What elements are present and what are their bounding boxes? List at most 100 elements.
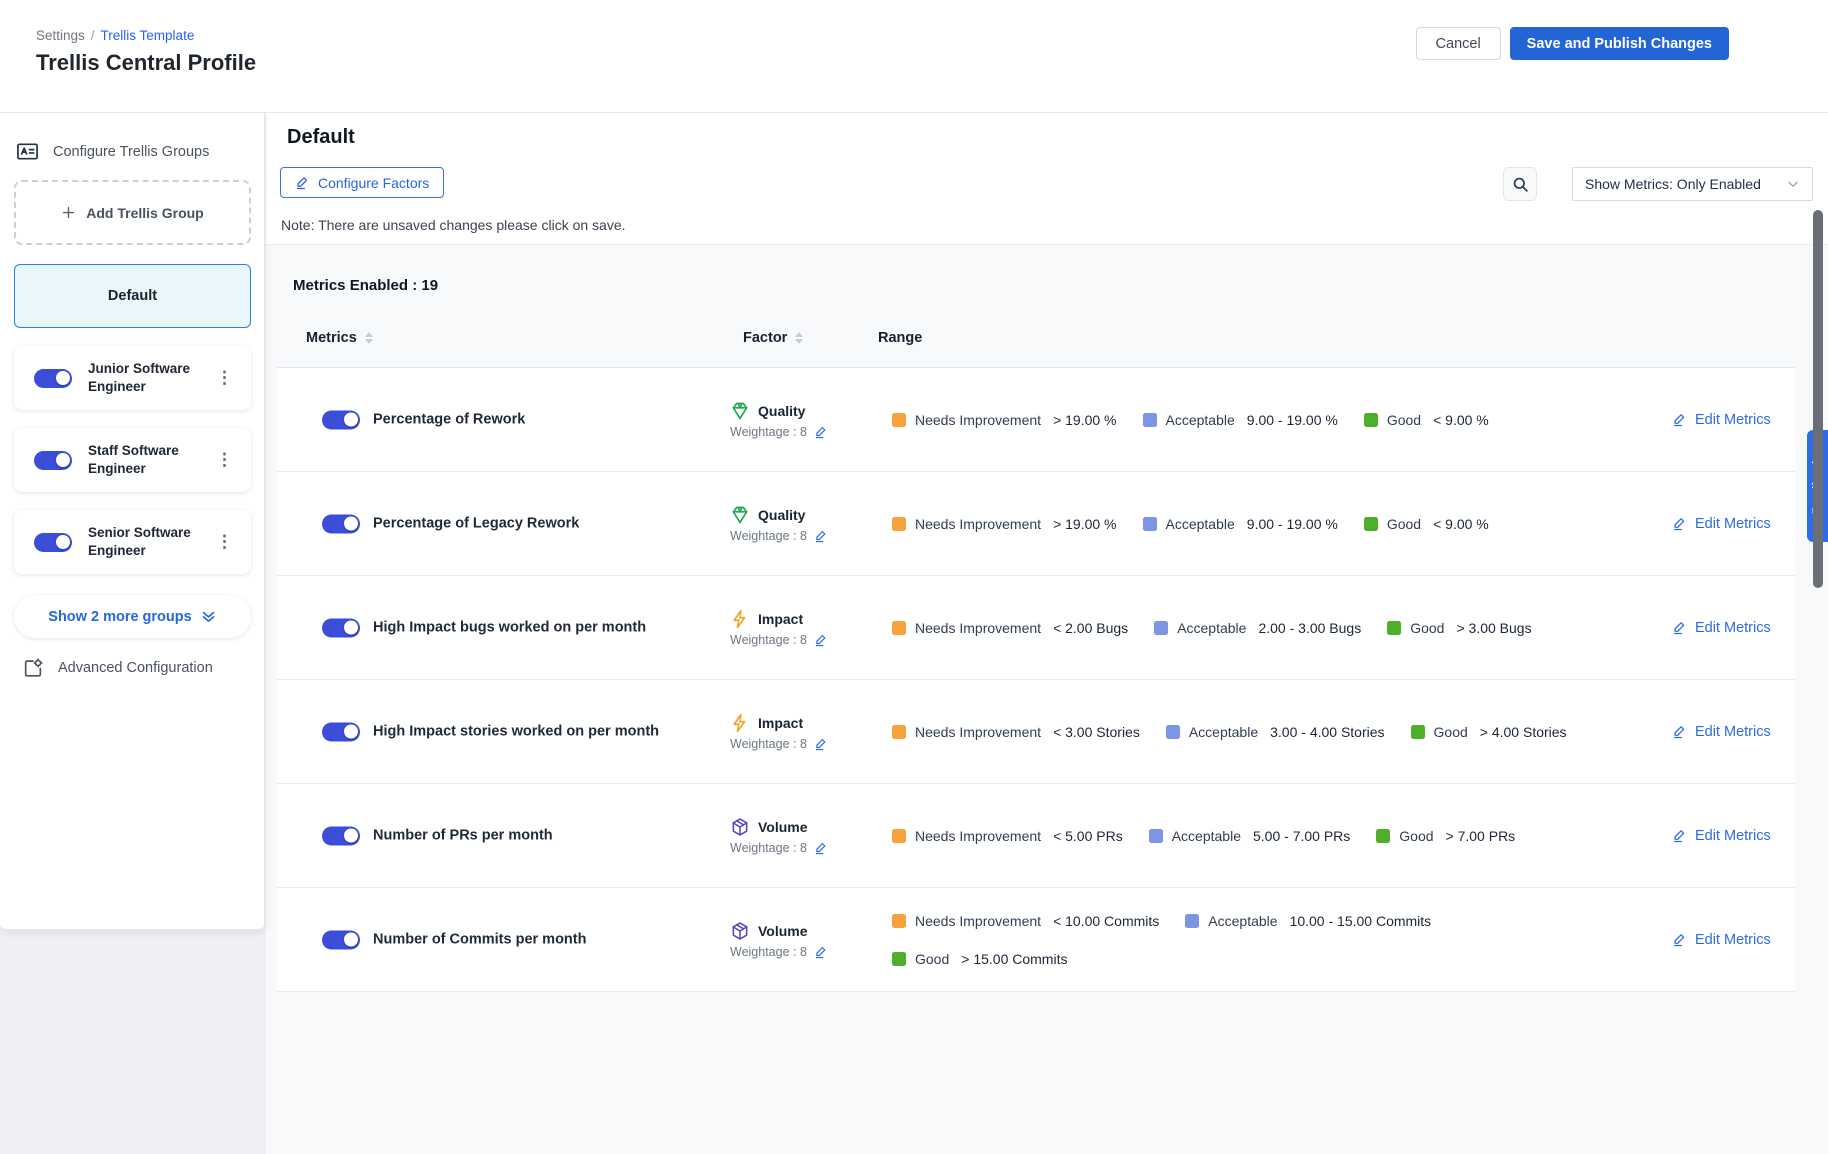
add-trellis-group-button[interactable]: Add Trellis Group (14, 180, 251, 245)
kebab-menu-icon[interactable]: ⋮ (216, 532, 233, 552)
search-icon (1511, 175, 1530, 194)
edit-weightage-pencil-icon[interactable] (814, 945, 828, 959)
cube-icon (730, 921, 750, 941)
range-color-square (1143, 413, 1157, 427)
main-header: Default Configure Factors Note: There ar… (266, 113, 1828, 245)
pencil-icon (1672, 620, 1687, 635)
metric-toggle[interactable] (322, 722, 360, 741)
metric-toggle[interactable] (322, 930, 360, 949)
factor-name: Impact (758, 611, 803, 627)
range-cell: Needs Improvement< 5.00 PRsAcceptable5.0… (892, 828, 1592, 844)
range-value: 9.00 - 19.00 % (1247, 412, 1338, 428)
cancel-button[interactable]: Cancel (1416, 27, 1501, 60)
group-toggle[interactable] (34, 451, 72, 470)
weightage-label: Weightage : 8 (730, 425, 807, 439)
weightage: Weightage : 8 (730, 633, 828, 647)
edit-metrics-button[interactable]: Edit Metrics (1672, 620, 1771, 636)
metric-name: Percentage of Rework (373, 410, 708, 429)
configure-groups-label: Configure Trellis Groups (53, 144, 209, 160)
breadcrumb-separator: / (91, 28, 95, 43)
breadcrumb-trellis-template[interactable]: Trellis Template (101, 28, 195, 43)
column-header-factor[interactable]: Factor (743, 330, 803, 346)
sidebar: Configure Trellis Groups Add Trellis Gro… (0, 113, 265, 930)
range-value: 3.00 - 4.00 Stories (1270, 724, 1384, 740)
edit-metrics-button[interactable]: Edit Metrics (1672, 516, 1771, 532)
sidebar-group-card[interactable]: Senior Software Engineer ⋮ (14, 510, 251, 574)
metric-toggle[interactable] (322, 514, 360, 533)
factor-cell: Quality Weightage : 8 (730, 505, 828, 543)
range-color-square (1364, 517, 1378, 531)
range-value: 5.00 - 7.00 PRs (1253, 828, 1350, 844)
range-value: < 9.00 % (1433, 412, 1489, 428)
factor-name: Volume (758, 819, 808, 835)
table-header-row: Metrics Factor Range (277, 308, 1795, 368)
range-chip: Acceptable2.00 - 3.00 Bugs (1154, 620, 1361, 636)
default-group-label: Default (108, 288, 157, 304)
sort-icon[interactable] (365, 332, 373, 344)
column-header-metrics[interactable]: Metrics (306, 330, 373, 346)
group-name: Junior Software Engineer (88, 360, 206, 395)
sort-icon[interactable] (795, 332, 803, 344)
kebab-menu-icon[interactable]: ⋮ (216, 450, 233, 470)
range-color-square (1364, 413, 1378, 427)
group-toggle[interactable] (34, 533, 72, 552)
breadcrumb-settings[interactable]: Settings (36, 28, 85, 43)
edit-metrics-label: Edit Metrics (1695, 932, 1771, 948)
weightage: Weightage : 8 (730, 529, 828, 543)
save-and-publish-button[interactable]: Save and Publish Changes (1510, 27, 1729, 60)
sidebar-group-card[interactable]: Junior Software Engineer ⋮ (14, 346, 251, 410)
vertical-scrollbar-thumb[interactable] (1813, 210, 1823, 588)
edit-metrics-label: Edit Metrics (1695, 412, 1771, 428)
pencil-icon (295, 175, 310, 190)
range-value: > 4.00 Stories (1480, 724, 1567, 740)
range-label: Needs Improvement (915, 828, 1041, 844)
range-value: < 10.00 Commits (1053, 913, 1159, 929)
search-button[interactable] (1503, 167, 1537, 201)
sidebar-group-card[interactable]: Staff Software Engineer ⋮ (14, 428, 251, 492)
range-color-square (1185, 914, 1199, 928)
range-value: < 3.00 Stories (1053, 724, 1140, 740)
edit-metrics-button[interactable]: Edit Metrics (1672, 412, 1771, 428)
edit-weightage-pencil-icon[interactable] (814, 425, 828, 439)
weightage-label: Weightage : 8 (730, 737, 807, 751)
range-color-square (892, 829, 906, 843)
metric-row: Percentage of Rework Quality Weightage :… (277, 368, 1795, 472)
kebab-menu-icon[interactable]: ⋮ (216, 368, 233, 388)
range-value: 9.00 - 19.00 % (1247, 516, 1338, 532)
edit-weightage-pencil-icon[interactable] (814, 737, 828, 751)
range-cell: Needs Improvement> 19.00 %Acceptable9.00… (892, 412, 1592, 428)
range-label: Needs Improvement (915, 724, 1041, 740)
metric-toggle[interactable] (322, 618, 360, 637)
range-label: Needs Improvement (915, 412, 1041, 428)
metric-toggle[interactable] (322, 826, 360, 845)
chevron-down-icon (1786, 177, 1800, 191)
range-label: Good (1387, 516, 1421, 532)
edit-weightage-pencil-icon[interactable] (814, 529, 828, 543)
range-color-square (892, 413, 906, 427)
bolt-icon (730, 713, 750, 733)
configure-factors-button[interactable]: Configure Factors (280, 167, 444, 198)
edit-weightage-pencil-icon[interactable] (814, 841, 828, 855)
edit-metrics-button[interactable]: Edit Metrics (1672, 724, 1771, 740)
range-chip: Needs Improvement< 10.00 Commits (892, 913, 1159, 929)
metric-name: Percentage of Legacy Rework (373, 514, 708, 533)
range-label: Needs Improvement (915, 516, 1041, 532)
advanced-configuration-link[interactable]: Advanced Configuration (14, 657, 250, 679)
show-more-groups-button[interactable]: Show 2 more groups (14, 595, 251, 638)
range-value: > 7.00 PRs (1446, 828, 1516, 844)
advanced-configuration-label: Advanced Configuration (58, 660, 213, 676)
group-card-default[interactable]: Default (14, 264, 251, 328)
badge-card-icon (16, 140, 39, 163)
show-metrics-dropdown[interactable]: Show Metrics: Only Enabled (1572, 167, 1813, 201)
edit-weightage-pencil-icon[interactable] (814, 633, 828, 647)
factor-name: Quality (758, 507, 805, 523)
metric-toggle[interactable] (322, 410, 360, 429)
factor-column-label: Factor (743, 330, 787, 346)
configure-factors-label: Configure Factors (318, 175, 429, 191)
edit-metrics-button[interactable]: Edit Metrics (1672, 828, 1771, 844)
group-toggle[interactable] (34, 369, 72, 388)
pencil-icon (1672, 828, 1687, 843)
bolt-icon (730, 609, 750, 629)
edit-metrics-button[interactable]: Edit Metrics (1672, 932, 1771, 948)
group-list: Junior Software Engineer ⋮ Staff Softwar… (14, 346, 250, 574)
